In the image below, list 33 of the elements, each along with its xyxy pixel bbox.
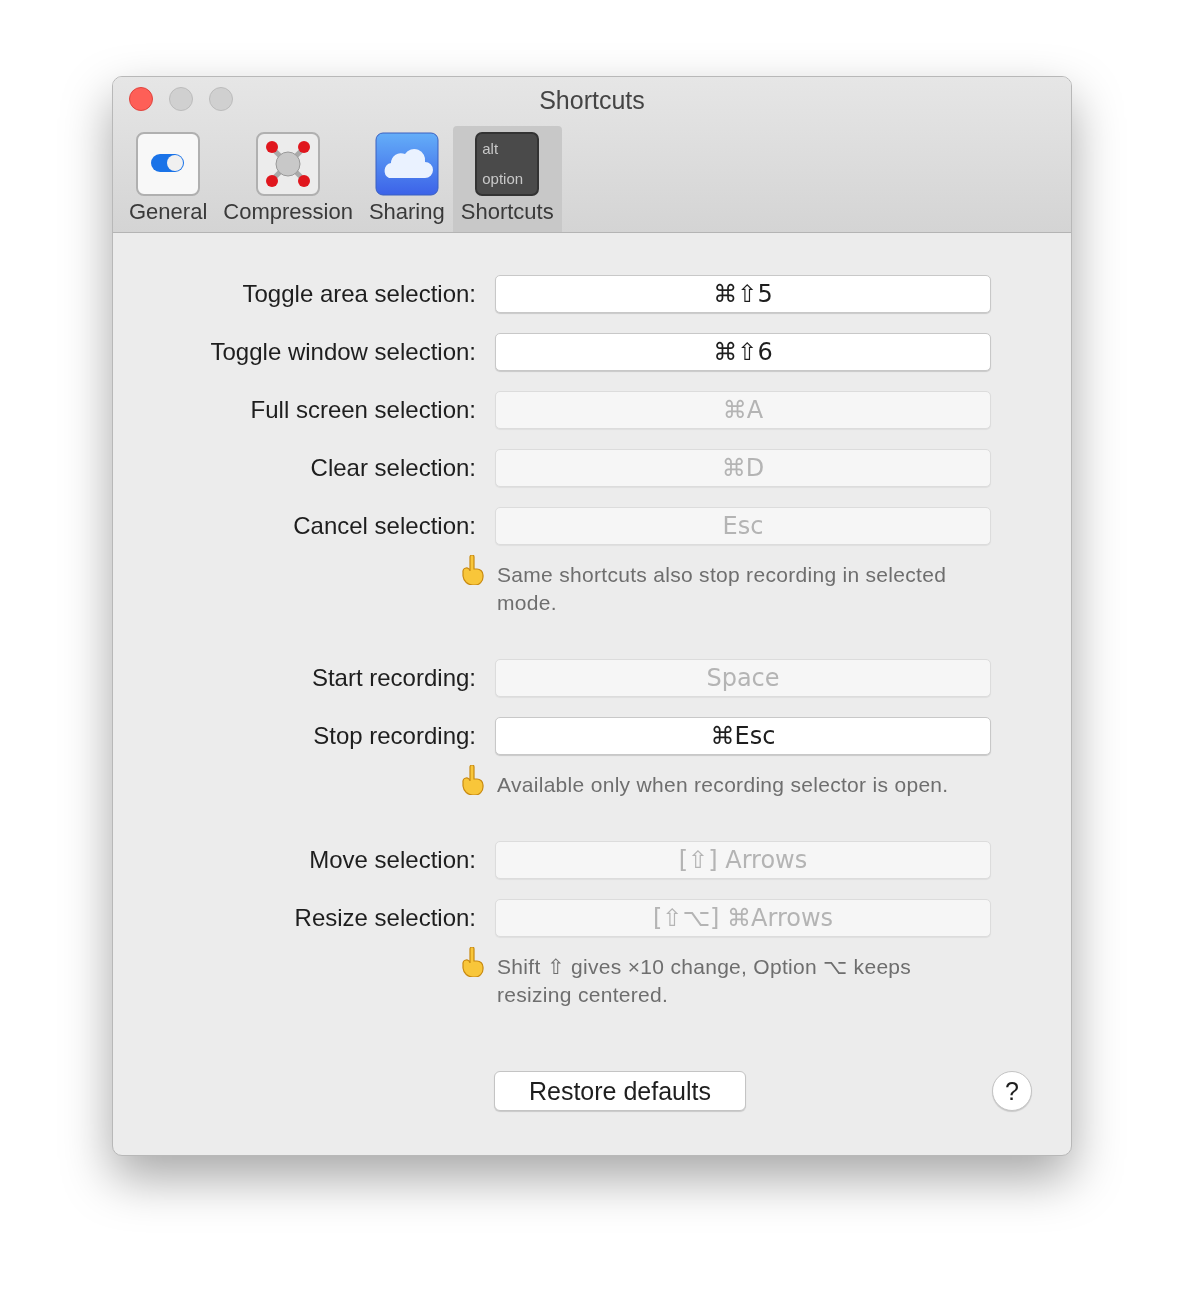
field-label: Resize selection: [293,904,476,932]
hint-text: Same shortcuts also stop recording in selected mode. [497,562,948,616]
hint-text: Shift ⇧ gives ×10 change, Option ⌥ keeps resizing centered. [497,954,913,1008]
field-label: Start recording: [310,664,476,692]
toolbar-tab[interactable]: Compression [215,126,361,232]
pointing-hand-icon [461,947,485,977]
pointing-hand-icon [461,555,485,585]
toolbar-tab[interactable]: alt option Shortcuts [452,126,562,232]
toggle-switch-icon [136,132,201,196]
toolbar-tab[interactable]: Sharing [360,126,453,232]
close-button[interactable] [129,87,153,111]
shortcut-field[interactable]: ⌘⇧5 [495,275,991,313]
field-label: Full screen selection: [249,396,476,424]
toolbar-tab[interactable]: General [121,126,216,232]
molecule-icon [256,132,321,196]
hint-text: Available only when recording selector is open. [497,772,949,798]
shortcut-field[interactable]: ⌘Esc [495,717,991,755]
restore-defaults-button[interactable]: Restore defaults [494,1071,746,1111]
field-label: Cancel selection: [292,512,476,540]
window-title: Shortcuts [539,85,645,115]
minimize-button[interactable] [169,87,193,111]
help-button[interactable]: ? [992,1071,1032,1111]
field-label: Stop recording: [312,722,476,750]
field-label: Toggle area selection: [241,280,476,308]
pointing-hand-icon [461,765,485,795]
zoom-button[interactable] [209,87,233,111]
field-label: Move selection: [308,846,476,874]
key-label: option [482,169,525,189]
field-label: Clear selection: [309,454,476,482]
cloud-icon [374,132,439,196]
shortcut-field[interactable]: ⌘⇧6 [495,333,991,371]
key-label: alt [482,139,500,159]
field-label: Toggle window selection: [209,338,476,366]
